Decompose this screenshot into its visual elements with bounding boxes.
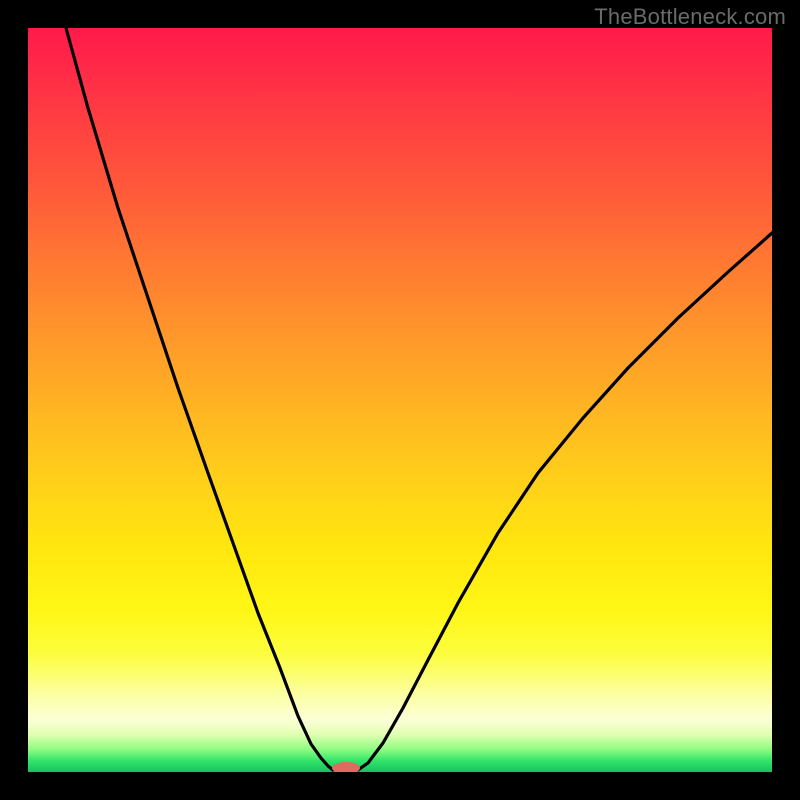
- right-curve: [358, 233, 772, 770]
- curves-svg: [28, 28, 772, 772]
- chart-frame: TheBottleneck.com: [0, 0, 800, 800]
- watermark-text: TheBottleneck.com: [594, 4, 786, 30]
- plot-area: [28, 28, 772, 772]
- left-curve: [66, 28, 333, 770]
- valley-marker: [332, 762, 360, 772]
